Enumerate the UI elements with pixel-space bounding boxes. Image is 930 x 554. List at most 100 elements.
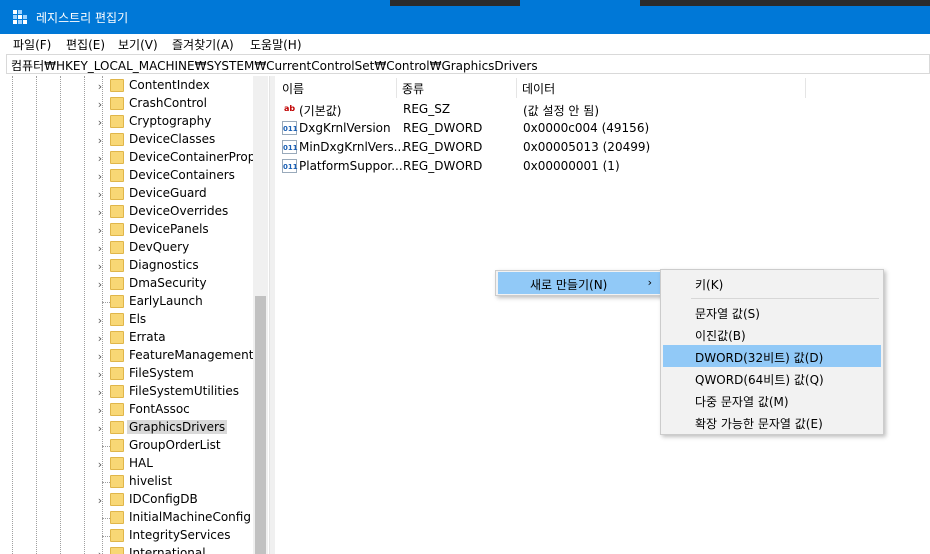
- address-bar[interactable]: 컴퓨터₩HKEY_LOCAL_MACHINE₩SYSTEM₩CurrentCon…: [6, 54, 930, 74]
- tree-scrollbar[interactable]: [253, 76, 268, 554]
- menu-item-label: 문자열 값(S): [695, 307, 760, 321]
- tree-item[interactable]: › ContentIndex: [6, 77, 269, 95]
- menu-new-key[interactable]: 키(K): [663, 272, 881, 294]
- expand-chevron-icon[interactable]: ›: [95, 152, 105, 165]
- tree-item[interactable]: › DevQuery: [6, 239, 269, 257]
- address-path[interactable]: 컴퓨터₩HKEY_LOCAL_MACHINE₩SYSTEM₩CurrentCon…: [11, 57, 538, 74]
- expand-chevron-icon[interactable]: ›: [95, 350, 105, 363]
- expand-chevron-icon[interactable]: ›: [95, 494, 105, 507]
- value-row[interactable]: 011 MinDxgKrnlVers... REG_DWORD 0x00005013 …: [276, 138, 930, 157]
- submenu-item[interactable]: 문자열 값(S): [663, 301, 881, 323]
- expand-chevron-icon[interactable]: ›: [95, 80, 105, 93]
- value-data: (값 설정 안 됨): [523, 104, 600, 118]
- expand-chevron-icon[interactable]: ›: [95, 116, 105, 129]
- value-type: REG_SZ: [403, 102, 451, 116]
- menu-edit[interactable]: 편집(E): [66, 36, 105, 53]
- tree-item[interactable]: › International: [6, 545, 269, 554]
- expand-chevron-icon[interactable]: ›: [95, 314, 105, 327]
- tree-scrollbar-thumb[interactable]: [255, 296, 266, 554]
- tree-item[interactable]: IntegrityServices: [6, 527, 269, 545]
- tree-item[interactable]: InitialMachineConfig: [6, 509, 269, 527]
- tree-item[interactable]: › DeviceOverrides: [6, 203, 269, 221]
- value-row[interactable]: ab (기본값) REG_SZ (값 설정 안 됨): [276, 100, 930, 119]
- folder-icon: [110, 421, 124, 434]
- tree-item[interactable]: › FontAssoc: [6, 401, 269, 419]
- submenu-item[interactable]: QWORD(64비트) 값(Q): [663, 367, 881, 389]
- tree-item[interactable]: › Diagnostics: [6, 257, 269, 275]
- tree-item[interactable]: › DeviceGuard: [6, 185, 269, 203]
- value-row[interactable]: 011 PlatformSuppor... REG_DWORD 0x00000001 …: [276, 157, 930, 176]
- folder-icon: [110, 79, 124, 92]
- folder-icon: [110, 223, 124, 236]
- menu-file[interactable]: 파일(F): [13, 36, 51, 53]
- expand-chevron-icon[interactable]: ›: [95, 332, 105, 345]
- expand-chevron-icon[interactable]: ›: [95, 368, 105, 381]
- menu-item-label: QWORD(64비트) 값(Q): [695, 373, 824, 387]
- tree-item[interactable]: › HAL: [6, 455, 269, 473]
- menu-item-label: 키(K): [695, 278, 724, 292]
- expand-chevron-icon[interactable]: ›: [95, 98, 105, 111]
- tree-item[interactable]: › GraphicsDrivers: [6, 419, 269, 437]
- tree-item-label: HAL: [129, 456, 153, 470]
- tree-item-label: FileSystemUtilities: [129, 384, 239, 398]
- tree-item-label: Errata: [129, 330, 166, 344]
- tree-item[interactable]: › Errata: [6, 329, 269, 347]
- tree-item[interactable]: › FileSystemUtilities: [6, 383, 269, 401]
- folder-icon: [110, 169, 124, 182]
- tree-item[interactable]: › DevicePanels: [6, 221, 269, 239]
- menu-item-label: 다중 문자열 값(M): [695, 395, 789, 409]
- tree-item[interactable]: › DmaSecurity: [6, 275, 269, 293]
- tree-item[interactable]: GroupOrderList: [6, 437, 269, 455]
- folder-icon: [110, 457, 124, 470]
- tree-item[interactable]: › DeviceClasses: [6, 131, 269, 149]
- tree-item-label: DeviceGuard: [129, 186, 207, 200]
- column-header-name[interactable]: 이름: [276, 76, 396, 100]
- expand-chevron-icon[interactable]: ›: [95, 548, 105, 554]
- value-type: REG_DWORD: [403, 121, 483, 135]
- tree-item-label: hivelist: [129, 474, 173, 488]
- expand-chevron-icon[interactable]: ›: [95, 242, 105, 255]
- value-row[interactable]: 011 DxgKrnlVersion REG_DWORD 0x0000c004 (49…: [276, 119, 930, 138]
- expand-chevron-icon[interactable]: ›: [95, 170, 105, 183]
- expand-chevron-icon[interactable]: ›: [95, 206, 105, 219]
- column-header-type[interactable]: 종류: [396, 76, 516, 100]
- expand-chevron-icon[interactable]: ›: [95, 134, 105, 147]
- expand-chevron-icon[interactable]: ›: [95, 422, 105, 435]
- tree-item-label: DeviceContainers: [129, 168, 235, 182]
- folder-icon: [110, 277, 124, 290]
- expand-chevron-icon[interactable]: ›: [95, 188, 105, 201]
- expand-chevron-icon[interactable]: ›: [95, 404, 105, 417]
- menu-favorites[interactable]: 즐겨찾기(A): [172, 36, 234, 53]
- tree-item-label: IDConfigDB: [129, 492, 198, 506]
- menu-new[interactable]: 새로 만들기(N) ›: [498, 272, 660, 294]
- submenu-item[interactable]: 다중 문자열 값(M): [663, 389, 881, 411]
- tree-item[interactable]: EarlyLaunch: [6, 293, 269, 311]
- tree-item[interactable]: › IDConfigDB: [6, 491, 269, 509]
- value-data: 0x0000c004 (49156): [523, 121, 650, 135]
- submenu-item[interactable]: DWORD(32비트) 값(D): [663, 345, 881, 367]
- tree-item[interactable]: › FileSystem: [6, 365, 269, 383]
- expand-chevron-icon[interactable]: ›: [95, 278, 105, 291]
- menu-view[interactable]: 보기(V): [118, 36, 158, 53]
- expand-chevron-icon[interactable]: ›: [95, 458, 105, 471]
- column-header-label: 이름: [282, 82, 305, 96]
- tree-item[interactable]: › DeviceContainerProper: [6, 149, 269, 167]
- expand-chevron-icon[interactable]: ›: [95, 260, 105, 273]
- expand-chevron-icon[interactable]: ›: [95, 224, 105, 237]
- submenu-item[interactable]: 확장 가능한 문자열 값(E): [663, 411, 881, 433]
- tree-item-label: International: [129, 546, 206, 554]
- tree-item[interactable]: › Els: [6, 311, 269, 329]
- tree-item[interactable]: › CrashControl: [6, 95, 269, 113]
- submenu-item[interactable]: 이진값(B): [663, 323, 881, 345]
- column-header-data[interactable]: 데이터: [516, 76, 806, 100]
- tree-item[interactable]: › FeatureManagement: [6, 347, 269, 365]
- column-separator[interactable]: [805, 78, 806, 98]
- key-tree[interactable]: › ContentIndex › CrashControl › Cryptography ›…: [6, 76, 269, 554]
- pane-splitter[interactable]: [269, 76, 275, 554]
- menu-help[interactable]: 도움말(H): [250, 36, 302, 53]
- expand-chevron-icon[interactable]: ›: [95, 386, 105, 399]
- tree-item[interactable]: › Cryptography: [6, 113, 269, 131]
- folder-icon: [110, 475, 124, 488]
- tree-item[interactable]: hivelist: [6, 473, 269, 491]
- tree-item[interactable]: › DeviceContainers: [6, 167, 269, 185]
